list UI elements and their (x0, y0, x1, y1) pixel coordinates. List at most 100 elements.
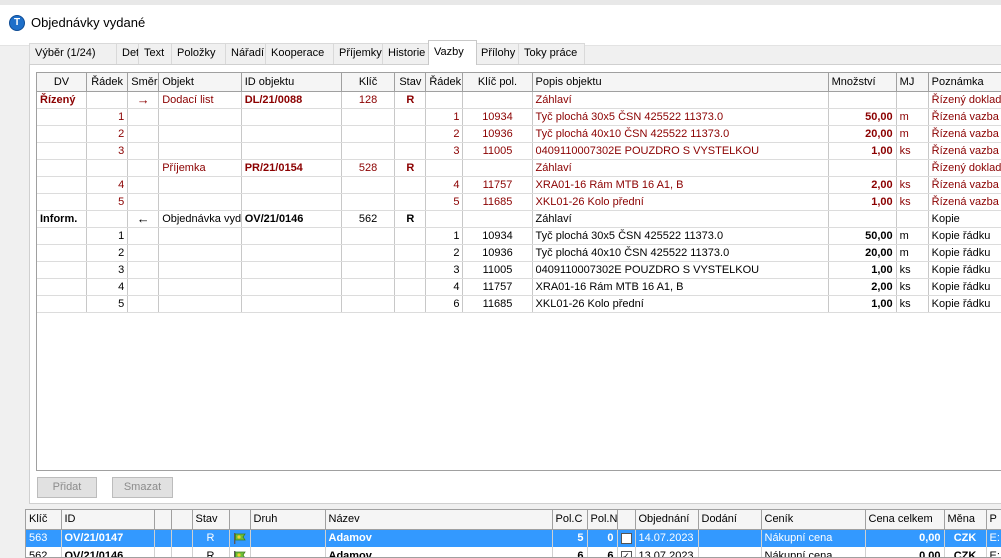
list-cell-flag (229, 547, 251, 557)
grid-cell-note: Kopie (928, 209, 1001, 228)
grid-row[interactable]: Inform. ← Objednávka vyd OV/21/0146 562 R Záhl… (37, 209, 1001, 228)
grid-empty-cell (159, 363, 242, 380)
grid-cell-object-id (241, 176, 342, 194)
grid-empty-cell (128, 380, 159, 397)
grid-cell-dv (37, 125, 87, 143)
tab-5[interactable]: Nářadí (225, 43, 267, 64)
list-column-header[interactable]: ID (61, 510, 155, 530)
grid-cell-object-id (241, 227, 342, 245)
grid-empty-cell (426, 346, 463, 363)
grid-empty-cell (128, 448, 159, 465)
grid-column-header[interactable]: Množství (828, 73, 897, 92)
grid-column-header[interactable]: Popis objektu (532, 73, 829, 92)
grid-row[interactable]: 4 4 11757 XRA01-16 Rám MTB 16 A1, B 2,00 ks Ří… (37, 176, 1001, 194)
list-row[interactable]: 563 OV/21/0147 R Adamov 5 0 14.07.2023 Nákupní … (26, 529, 1001, 547)
grid-row[interactable]: 5 6 11685 XKL01-26 Kolo přední 1,00 ks Kopie ř… (37, 295, 1001, 313)
grid-column-header[interactable]: Stav (394, 73, 427, 92)
grid-row[interactable]: 3 3 11005 0409110007302E POUZDRO S VYSTELKO… (37, 261, 1001, 279)
list-column-header[interactable]: Dodání (698, 510, 762, 530)
grid-row[interactable]: Řízený → Dodací list DL/21/0088 128 R Záhlaví Ř… (37, 90, 1001, 109)
list-cell-pricelist: Nákupní cena (761, 547, 866, 557)
tab-10[interactable]: Přílohy (475, 43, 520, 64)
grid-empty-cell (128, 363, 159, 380)
grid-row[interactable]: 5 5 11685 XKL01-26 Kolo přední 1,00 ks Řízená … (37, 193, 1001, 211)
list-column-header[interactable] (617, 510, 636, 530)
grid-row[interactable]: 2 2 10936 Tyč plochá 40x10 ČSN 425522 11373… (37, 244, 1001, 262)
delete-button[interactable]: Smazat (112, 477, 173, 498)
list-column-header[interactable] (171, 510, 193, 530)
grid-cell-key (341, 261, 396, 279)
grid-cell-unit: ks (896, 142, 929, 160)
grid-row[interactable]: Příjemka PR/21/0154 528 R Záhlaví Řízený dokl… (37, 159, 1001, 177)
grid-row[interactable]: 3 3 11005 0409110007302E POUZDRO S VYSTELKO… (37, 142, 1001, 160)
grid-empty-cell (896, 312, 928, 329)
grid-row[interactable]: 4 4 11757 XRA01-16 Rám MTB 16 A1, B 2,00 ks Ko… (37, 278, 1001, 296)
grid-cell-quantity: 2,00 (828, 278, 897, 296)
orders-list[interactable]: Klíč ID Stav Druh Název Pol.C Pol.N Objednání Do… (25, 509, 1001, 558)
tab-6[interactable]: Kooperace (265, 43, 335, 64)
list-column-header[interactable]: Název (325, 510, 553, 530)
grid-empty-cell (87, 448, 128, 465)
grid-cell-object (158, 261, 242, 279)
tab-7[interactable]: Příjemky (333, 43, 385, 64)
grid-cell-object (158, 108, 242, 126)
grid-empty-cell (532, 414, 828, 431)
tab-1[interactable]: Výběr (1/24) (29, 43, 118, 64)
list-cell-name: Adamov (325, 547, 553, 557)
grid-empty-cell (159, 397, 242, 414)
grid-column-header[interactable]: Řádek (425, 73, 464, 92)
list-column-header[interactable]: P (986, 510, 1001, 530)
grid-column-header[interactable]: ID objektu (241, 73, 342, 92)
list-column-header[interactable]: Pol.C (552, 510, 588, 530)
direction-arrow-icon (127, 125, 160, 143)
list-cell-delivered (698, 529, 762, 547)
tab-3[interactable]: Text (138, 43, 173, 64)
grid-column-header[interactable]: DV (37, 73, 87, 92)
grid-empty-cell (37, 346, 87, 363)
grid-cell-key (341, 176, 396, 194)
grid-cell-dv (37, 176, 87, 194)
grid-row[interactable]: 2 2 10936 Tyč plochá 40x10 ČSN 425522 11373… (37, 125, 1001, 143)
grid-column-header[interactable]: MJ (896, 73, 929, 92)
grid-column-header[interactable]: Směr (127, 73, 160, 92)
grid-cell-object (158, 193, 242, 211)
list-column-header[interactable]: Cena celkem (865, 510, 945, 530)
list-column-header[interactable]: Měna (944, 510, 987, 530)
list-column-header[interactable]: Objednání (635, 510, 699, 530)
checkbox[interactable]: ✓ (620, 550, 632, 557)
grid-column-header[interactable]: Řádek (86, 73, 129, 92)
list-column-header[interactable]: Pol.N (587, 510, 618, 530)
list-column-header[interactable]: Ceník (761, 510, 866, 530)
tab-11[interactable]: Toky práce (518, 43, 585, 64)
list-cell-key: 563 (26, 529, 62, 547)
tab-8[interactable]: Historie (382, 43, 430, 64)
checkbox[interactable] (620, 532, 632, 544)
grid-column-header[interactable]: Objekt (158, 73, 242, 92)
list-column-header[interactable] (229, 510, 251, 530)
list-cell-name: Adamov (325, 529, 553, 547)
grid-empty-cell (532, 346, 828, 363)
tab-4[interactable]: Položky (171, 43, 227, 64)
grid-cell-row: 4 (86, 176, 129, 194)
list-cell-delivered (698, 547, 762, 557)
list-column-header[interactable]: Druh (250, 510, 326, 530)
grid-row[interactable]: 1 1 10934 Tyč plochá 30x5 ČSN 425522 11373.… (37, 227, 1001, 245)
grid-empty-cell (928, 448, 1001, 465)
grid-cell-quantity: 20,00 (828, 244, 897, 262)
grid-empty-cell (241, 414, 341, 431)
grid-cell-description: XKL01-26 Kolo přední (532, 295, 829, 313)
grid-row[interactable]: 1 1 10934 Tyč plochá 30x5 ČSN 425522 11373.… (37, 108, 1001, 126)
grid-column-header[interactable]: Klíč (341, 73, 396, 92)
grid-empty-cell (395, 397, 426, 414)
grid-cell-quantity: 50,00 (828, 227, 897, 245)
list-row[interactable]: 562 OV/21/0146 R Adamov 6 6 ✓ 13.07.2023 Nákupní… (26, 547, 1001, 557)
add-button[interactable]: Přidat (37, 477, 97, 498)
list-column-header[interactable]: Stav (192, 510, 230, 530)
links-grid[interactable]: DV Řádek Směr Objekt ID objektu Klíč Stav Řádek… (36, 72, 1001, 471)
grid-column-header[interactable]: Klíč pol. (462, 73, 533, 92)
list-column-header[interactable] (154, 510, 172, 530)
grid-column-header[interactable]: Poznámka (928, 73, 1001, 92)
grid-empty-cell (241, 312, 341, 329)
tab-9[interactable]: Vazby (428, 40, 477, 65)
list-column-header[interactable]: Klíč (26, 510, 62, 530)
